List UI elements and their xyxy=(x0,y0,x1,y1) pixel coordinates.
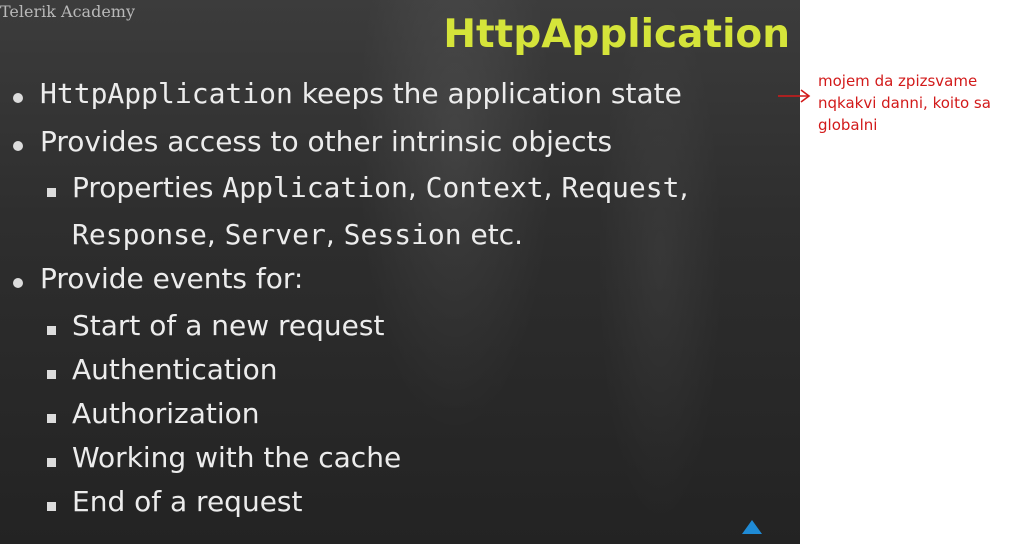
bullet-text: , xyxy=(543,171,562,204)
code-term: Application xyxy=(222,171,408,204)
bullet-square-icon xyxy=(47,502,56,511)
bullet-text: Working with the cache xyxy=(72,441,402,474)
nav-up-triangle-icon[interactable] xyxy=(742,520,762,534)
bullet-text: Start of a new request xyxy=(72,309,385,342)
bullet-item: Authorization xyxy=(72,397,260,430)
code-term: HttpApplication xyxy=(40,77,293,110)
bullet-list: HttpApplication keeps the application st… xyxy=(0,0,800,544)
bullet-square-icon xyxy=(47,188,56,197)
bullet-text: End of a request xyxy=(72,485,303,518)
bullet-item: End of a request xyxy=(72,485,303,518)
bullet-item: Start of a new request xyxy=(72,309,384,342)
bullet-text: Authentication xyxy=(72,353,278,386)
annotation-note: mojem da zpizsvame nqkakvi danni, koito … xyxy=(818,72,991,134)
bullet-text: Provides access to other intrinsic objec… xyxy=(40,125,613,158)
bullet-item: Working with the cache xyxy=(72,441,401,474)
bullet-item-continuation: Response, Server, Session etc. xyxy=(72,218,523,251)
presentation-slide: Telerik Academy HttpApplication HttpAppl… xyxy=(0,0,800,544)
bullet-item: Properties Application, Context, Request… xyxy=(72,171,688,204)
bullet-text: Authorization xyxy=(72,397,260,430)
bullet-text: etc. xyxy=(461,218,524,251)
code-term: Session xyxy=(343,218,462,251)
bullet-item: Authentication xyxy=(72,353,278,386)
bullet-square-icon xyxy=(47,370,56,379)
bullet-item: Provides access to other intrinsic objec… xyxy=(40,125,612,158)
bullet-text: , xyxy=(407,171,426,204)
bullet-item: HttpApplication keeps the application st… xyxy=(40,77,682,110)
bullet-dot-icon xyxy=(13,141,23,151)
bullet-dot-icon xyxy=(13,278,23,288)
bullet-text: , xyxy=(325,218,344,251)
bullet-dot-icon xyxy=(13,93,23,103)
bullet-text: Provide events for: xyxy=(40,262,304,295)
bullet-square-icon xyxy=(47,326,56,335)
bullet-square-icon xyxy=(47,458,56,467)
bullet-square-icon xyxy=(47,414,56,423)
code-term: Server xyxy=(224,218,326,251)
code-term: Request xyxy=(561,171,680,204)
bullet-item: Provide events for: xyxy=(40,262,303,295)
code-term: Response xyxy=(72,218,207,251)
bullet-text: keeps the application state xyxy=(292,77,682,110)
arrow-right-icon xyxy=(778,89,811,103)
bullet-text: , xyxy=(679,171,689,204)
bullet-text: , xyxy=(206,218,225,251)
bullet-text: Properties xyxy=(72,171,223,204)
code-term: Context xyxy=(425,171,544,204)
